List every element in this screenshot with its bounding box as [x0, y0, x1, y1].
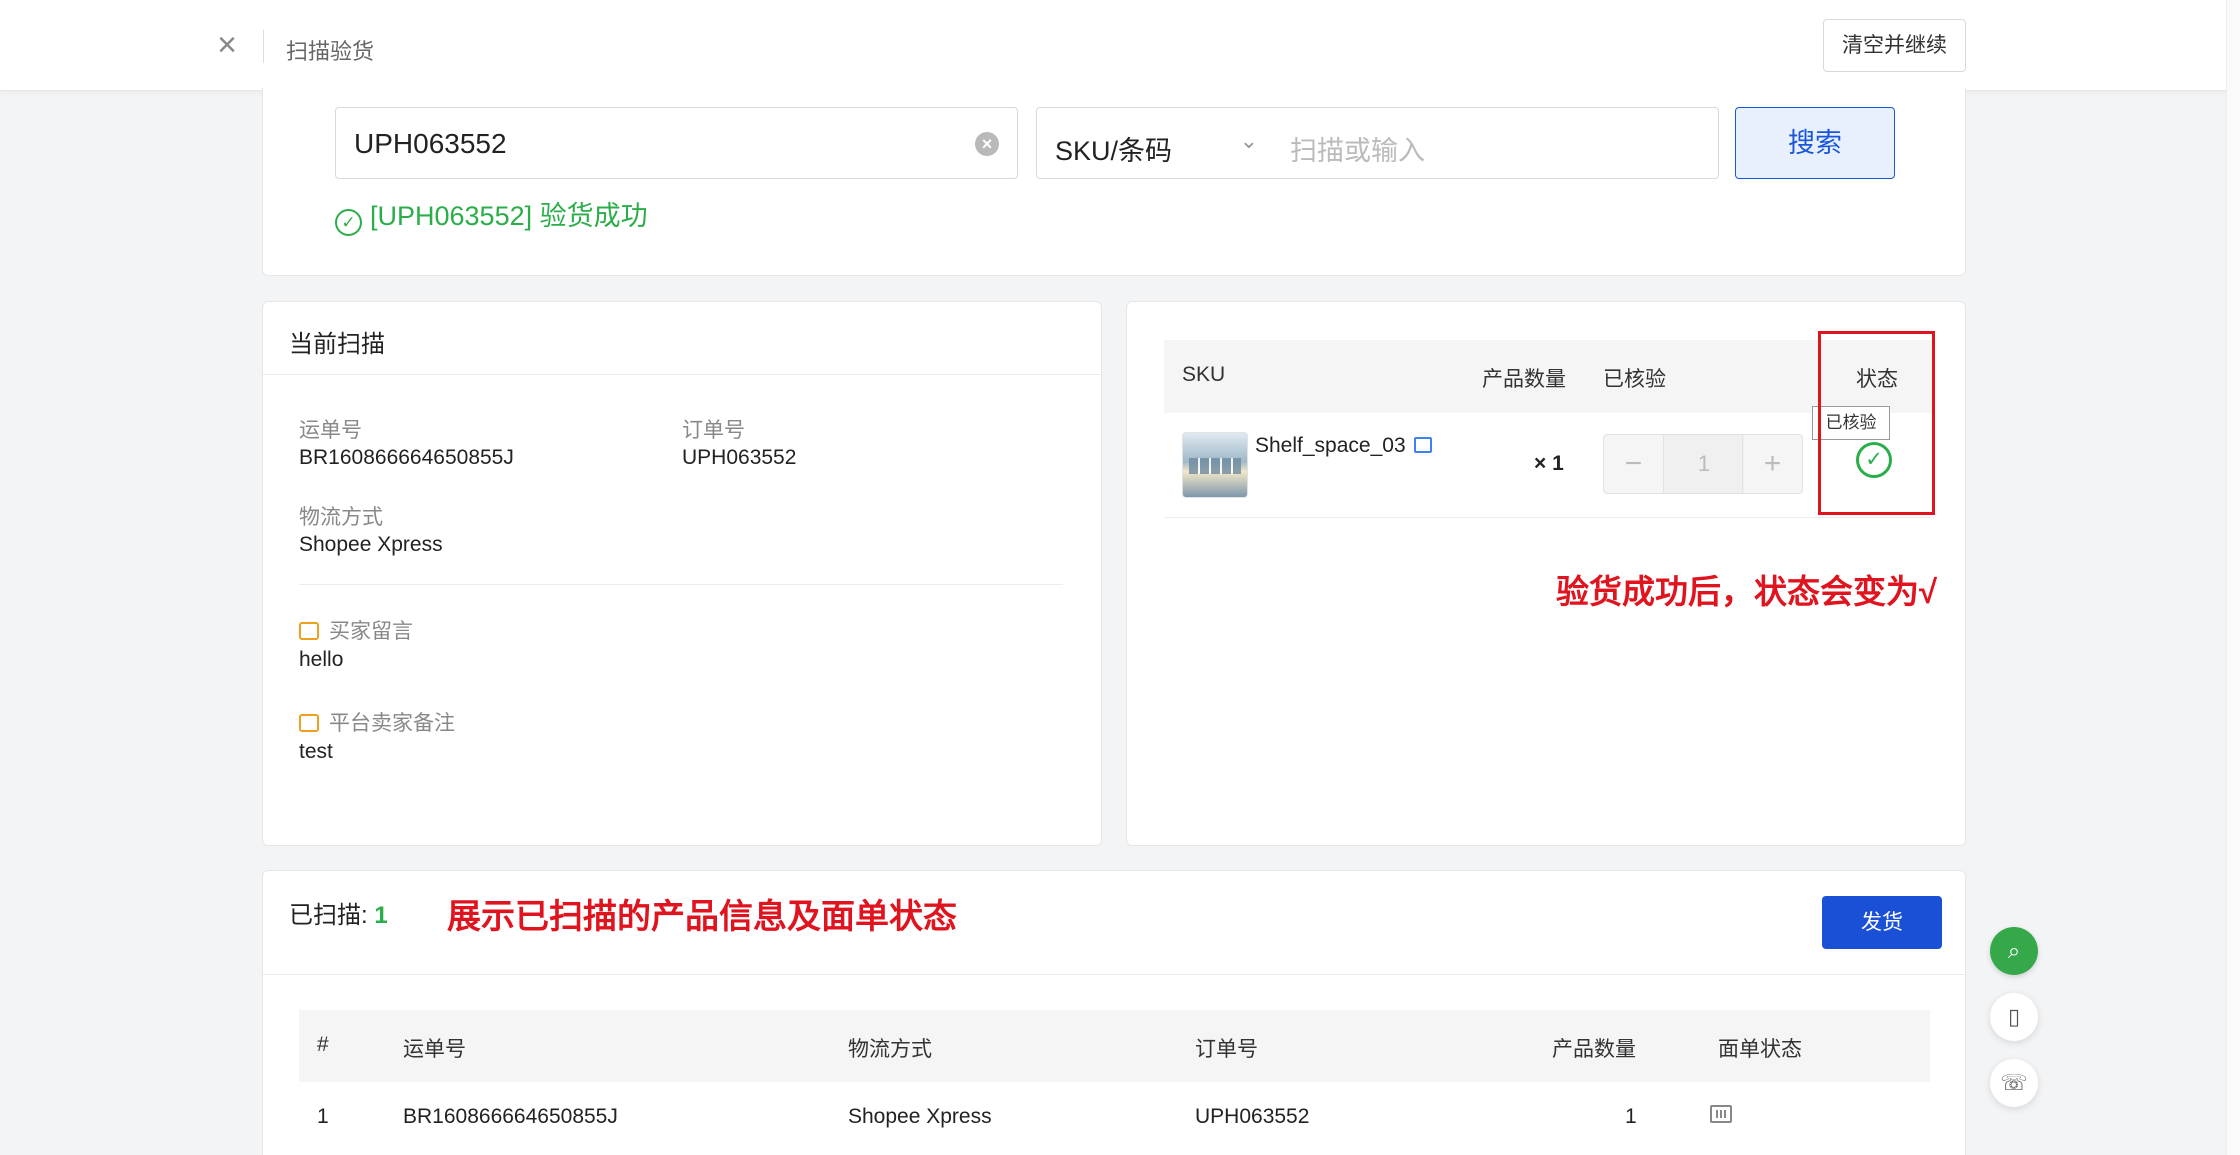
row-logistics: Shopee Xpress	[848, 1105, 992, 1128]
order-number-label: 订单号	[682, 419, 745, 442]
scan-input-placeholder: 扫描或输入	[1290, 136, 1425, 166]
col-index: #	[317, 1033, 329, 1056]
clear-input-icon[interactable]: ×	[975, 132, 999, 156]
col-label-status: 面单状态	[1718, 1038, 1802, 1061]
check-circle-icon: ✓	[335, 209, 362, 236]
product-thumbnail	[1182, 432, 1248, 498]
search-button[interactable]: 搜索	[1735, 107, 1895, 179]
row-order: UPH063552	[1195, 1105, 1310, 1128]
logistics-label: 物流方式	[299, 506, 383, 529]
current-scan-card: 当前扫描 运单号 BR160866664650855J 订单号 UPH06355…	[262, 301, 1102, 846]
col-logistics: 物流方式	[848, 1038, 932, 1061]
top-bar: × 扫描验货 清空并继续	[0, 0, 2240, 91]
logistics-value: Shopee Xpress	[299, 533, 443, 556]
order-input-value: UPH063552	[354, 128, 507, 159]
verified-stepper[interactable]: − 1 +	[1603, 434, 1803, 494]
chevron-down-icon: ⌄	[1239, 128, 1258, 153]
row-index: 1	[317, 1105, 329, 1128]
divider	[299, 584, 1063, 585]
success-message: ✓ [UPH063552] 验货成功	[335, 194, 648, 236]
annotation-scanned-note: 展示已扫描的产品信息及面单状态	[447, 898, 957, 936]
order-input[interactable]: UPH063552 ×	[335, 107, 1018, 179]
scanned-list-card: 已扫描: 1 展示已扫描的产品信息及面单状态 发货 # 运单号 物流方式 订单号…	[262, 870, 1966, 1155]
note-icon	[299, 714, 319, 732]
decrement-button[interactable]: −	[1604, 435, 1664, 493]
success-message-text: [UPH063552] 验货成功	[370, 201, 648, 231]
scanned-table-header: # 运单号 物流方式 订单号 产品数量 面单状态	[299, 1010, 1930, 1082]
annotation-highlight-box	[1818, 331, 1935, 515]
search-type-select[interactable]: SKU/条码 ⌄	[1036, 107, 1273, 179]
col-qty: 产品数量	[1552, 1038, 1636, 1061]
waybill-value: BR160866664650855J	[299, 446, 514, 469]
increment-button[interactable]: +	[1742, 435, 1802, 493]
customer-service-icon[interactable]: ☏	[1990, 1059, 2038, 1107]
col-sku: SKU	[1182, 363, 1226, 386]
seller-note-value: test	[299, 740, 333, 763]
annotation-status-note: 验货成功后，状态会变为√	[1556, 573, 1938, 610]
divider	[263, 30, 264, 63]
sku-name[interactable]: Shelf_space_03	[1255, 434, 1432, 458]
page-title: 扫描验货	[286, 39, 375, 64]
scanned-count: 已扫描: 1	[289, 902, 388, 929]
col-waybill: 运单号	[403, 1038, 466, 1061]
close-icon[interactable]: ×	[212, 28, 242, 62]
warehouse-icon	[1413, 437, 1432, 453]
page-scrollbar[interactable]	[2226, 0, 2240, 1155]
order-number-value: UPH063552	[682, 446, 797, 469]
clear-and-continue-button[interactable]: 清空并继续	[1823, 19, 1966, 72]
floating-search-icon[interactable]: ⌕	[1990, 927, 2038, 975]
buyer-note-label: 买家留言	[299, 615, 413, 645]
col-order: 订单号	[1195, 1038, 1258, 1061]
search-type-value: SKU/条码	[1055, 136, 1173, 166]
buyer-note-value: hello	[299, 648, 344, 671]
col-verified: 已核验	[1603, 368, 1666, 391]
waybill-label: 运单号	[299, 419, 362, 442]
page-root: × 扫描验货 清空并继续 UPH063552 × SKU/条码 ⌄ 扫描或输入 …	[0, 0, 2240, 1155]
message-icon	[299, 622, 319, 640]
ship-button[interactable]: 发货	[1822, 896, 1942, 949]
col-qty: 产品数量	[1482, 368, 1566, 391]
sku-qty: × 1	[1534, 452, 1564, 475]
row-qty: 1	[1625, 1105, 1637, 1128]
barcode-icon[interactable]	[1710, 1105, 1732, 1123]
seller-note-label: 平台卖家备注	[299, 707, 455, 737]
table-row[interactable]: 1 BR160866664650855J Shopee Xpress UPH06…	[299, 1082, 1930, 1154]
row-waybill: BR160866664650855J	[403, 1105, 618, 1128]
search-card: UPH063552 × SKU/条码 ⌄ 扫描或输入 搜索 ✓ [UPH06355…	[262, 88, 1966, 276]
scan-input[interactable]: 扫描或输入	[1272, 107, 1719, 179]
mobile-phone-icon[interactable]: ▯	[1990, 993, 2038, 1041]
scanned-header: 已扫描: 1 展示已扫描的产品信息及面单状态 发货	[263, 871, 1965, 975]
current-scan-heading: 当前扫描	[263, 302, 1101, 375]
verified-count[interactable]: 1	[1664, 435, 1744, 493]
